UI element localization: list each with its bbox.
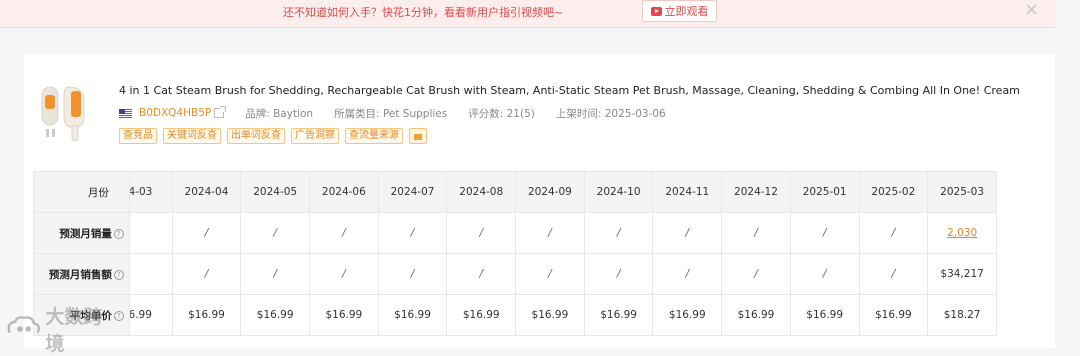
table-cell: / — [721, 212, 791, 254]
watermark: 大数跨境 — [6, 306, 116, 355]
table-cell: / — [652, 253, 723, 295]
watch-now-label: 立即观看 — [664, 5, 709, 18]
month-cell: 2024-06 — [309, 171, 379, 213]
tag-ad-insight[interactable]: 广告洞察 — [291, 128, 339, 144]
table-header-row: 月份 24-03 2024-04 2024-05 2024-06 2024-07… — [33, 171, 997, 213]
table-cell: / — [309, 212, 379, 254]
table-cell: 2,030 — [927, 212, 997, 254]
launch-date: 上架时间: 2025-03-06 — [555, 107, 666, 120]
table-cell: 16.99 — [128, 294, 173, 336]
brand: 品牌: Baytion — [245, 107, 314, 120]
table-cell: $16.99 — [721, 294, 791, 336]
banner-text: 还不知道如何入手？快花1分钟，看看新用户指引视频吧~ — [283, 6, 564, 19]
play-icon — [650, 6, 662, 16]
month-cell: 2024-12 — [721, 171, 791, 213]
external-link-icon[interactable] — [214, 106, 227, 118]
table-cell: $16.99 — [240, 294, 311, 336]
calculator-icon[interactable] — [409, 128, 427, 144]
table-cell: / — [583, 212, 654, 254]
table-cell: / — [171, 212, 242, 254]
table-cell: / — [721, 253, 791, 295]
rating: 评分数: 21(5) — [468, 107, 535, 120]
table-cell: $16.99 — [652, 294, 723, 336]
table-cell: $16.99 — [515, 294, 585, 336]
table-row: 预测月销售额? / / / / / / / / / / / / $34,217 — [33, 253, 997, 295]
help-icon[interactable]: ? — [113, 269, 124, 280]
row-label-monthly-revenue: 预测月销售额? — [33, 253, 130, 295]
table-cell: / — [240, 212, 311, 254]
month-header: 月份 — [33, 171, 130, 213]
action-tags: 查竞品 关键词反查 出单词反查 广告洞察 查流量来源 — [119, 128, 427, 144]
table-cell: / — [515, 253, 585, 295]
table-cell: / — [128, 212, 173, 254]
close-icon[interactable]: × — [1024, 1, 1039, 19]
row-label-monthly-sales: 预测月销量? — [33, 212, 130, 254]
month-cell: 2024-10 — [583, 171, 654, 213]
table-cell: / — [377, 212, 448, 254]
tag-competitors[interactable]: 查竞品 — [119, 128, 157, 144]
table-cell: $16.99 — [446, 294, 517, 336]
top-banner: 还不知道如何入手？快花1分钟，看看新用户指引视频吧~ 立即观看 × — [0, 0, 1055, 28]
table-cell: / — [652, 212, 723, 254]
category: 所属类目: Pet Supplies — [334, 107, 448, 120]
tag-traffic-source[interactable]: 查流量来源 — [345, 128, 403, 144]
table-row: 平均单价? 16.99 $16.99 $16.99 $16.99 $16.99 … — [33, 294, 997, 336]
month-cell: 2024-08 — [446, 171, 517, 213]
tag-keyword-reverse[interactable]: 关键词反查 — [163, 128, 221, 144]
watermark-logo-icon — [7, 316, 40, 334]
month-cell: 2025-02 — [858, 171, 929, 213]
product-thumbnail[interactable] — [40, 83, 100, 145]
sales-value-link[interactable]: 2,030 — [947, 227, 977, 239]
asin-link[interactable]: B0DXQ4HB5P — [139, 107, 211, 119]
table-cell: / — [128, 253, 173, 295]
month-cell: 2025-01 — [789, 171, 860, 213]
table-cell: $16.99 — [309, 294, 379, 336]
table-cell: / — [240, 253, 311, 295]
month-cell: 2024-05 — [240, 171, 311, 213]
table-cell: / — [309, 253, 379, 295]
table-cell: $18.27 — [927, 294, 997, 336]
watch-now-button[interactable]: 立即观看 — [642, 0, 717, 22]
table-cell: / — [789, 212, 860, 254]
help-icon[interactable]: ? — [113, 228, 124, 239]
month-cell: 2024-04 — [171, 171, 242, 213]
us-flag-icon — [119, 108, 132, 118]
table-cell: / — [171, 253, 242, 295]
table-cell: / — [583, 253, 654, 295]
table-cell: / — [377, 253, 448, 295]
table-cell: / — [789, 253, 860, 295]
month-cell: 2024-07 — [377, 171, 448, 213]
month-cell: 2025-03 — [927, 171, 997, 213]
table-cell: $16.99 — [789, 294, 860, 336]
table-row: 预测月销量? / / / / / / / / / / / / 2,030 — [33, 212, 997, 254]
table-cell: / — [446, 212, 517, 254]
table-cell: $16.99 — [171, 294, 242, 336]
month-cell: 2024-09 — [515, 171, 585, 213]
month-cell: 24-03 — [128, 171, 173, 213]
tag-order-word-reverse[interactable]: 出单词反查 — [227, 128, 285, 144]
table-cell: / — [858, 253, 929, 295]
table-cell: / — [446, 253, 517, 295]
product-meta: B0DXQ4HB5P 品牌: Baytion 所属类目: Pet Supplie… — [119, 106, 687, 120]
month-cell: 2024-11 — [652, 171, 723, 213]
product-title[interactable]: 4 in 1 Cat Steam Brush for Shedding, Rec… — [119, 84, 1020, 97]
table-cell: $16.99 — [858, 294, 929, 336]
sales-table: 月份 24-03 2024-04 2024-05 2024-06 2024-07… — [33, 171, 997, 348]
table-cell: $34,217 — [927, 253, 997, 295]
table-cell: $16.99 — [583, 294, 654, 336]
table-cell: $16.99 — [377, 294, 448, 336]
table-cell: / — [515, 212, 585, 254]
table-cell: / — [858, 212, 929, 254]
